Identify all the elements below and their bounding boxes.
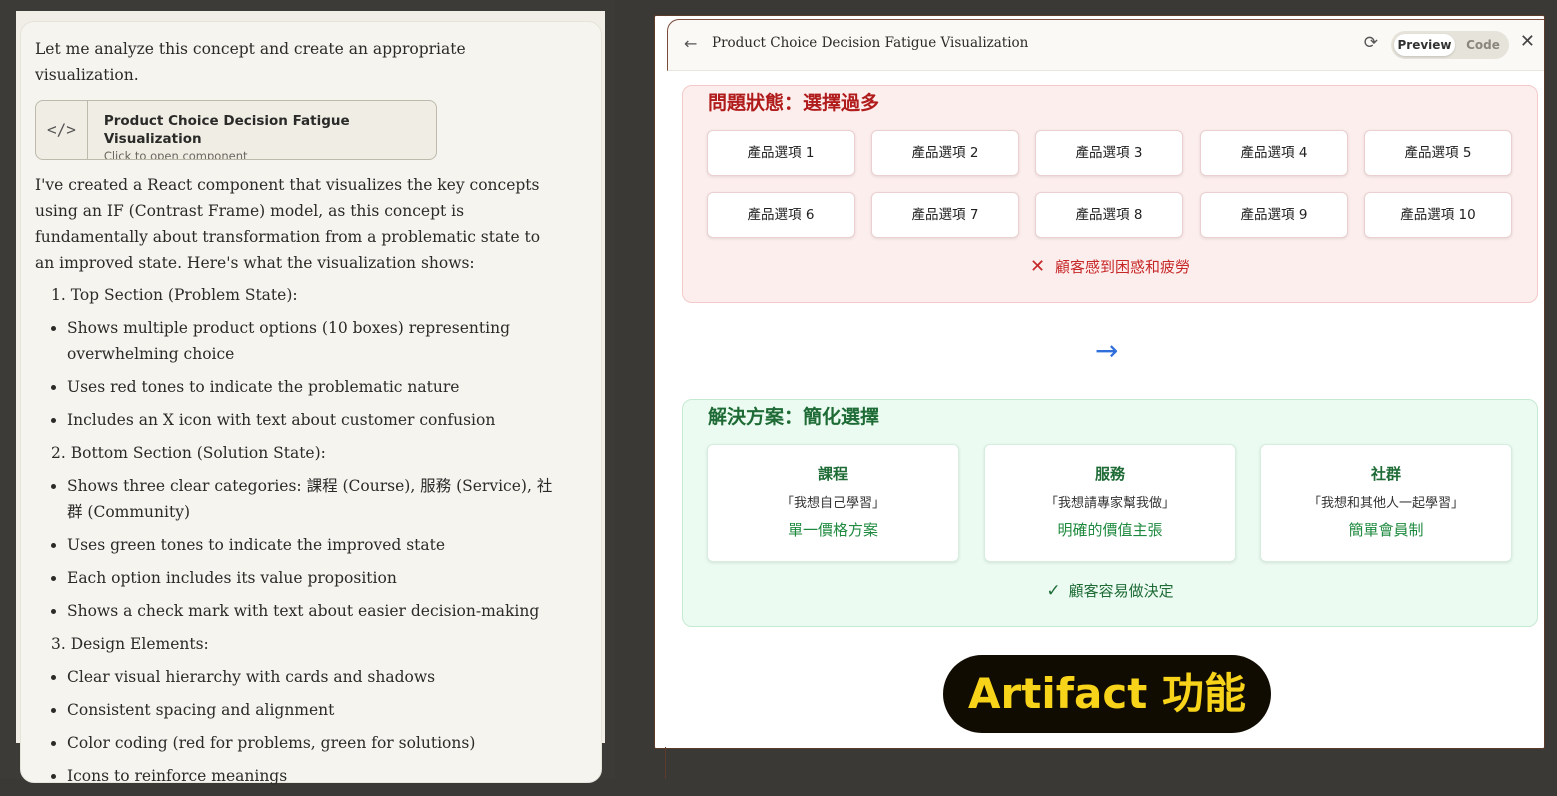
- artifact-card-title: Product Choice Decision Fatigue Visualiz…: [103, 113, 350, 147]
- solution-message: ✓ 顧客容易做決定: [683, 580, 1537, 601]
- category-quote: 「我想自己學習」: [780, 496, 885, 511]
- product-option: 產品選項 4: [1200, 130, 1348, 176]
- problem-heading: 問題狀態：選擇過多: [708, 92, 880, 114]
- artifact-feature-badge: Artifact 功能: [943, 655, 1271, 733]
- product-option: 產品選項 6: [707, 192, 855, 238]
- category-card-community: 社群 「我想和其他人一起學習」 簡單會員制: [1260, 444, 1512, 562]
- product-option: 產品選項 3: [1035, 130, 1183, 176]
- tab-code[interactable]: Code: [1461, 34, 1505, 56]
- x-icon: ✕: [1029, 256, 1046, 277]
- category-name: 服務: [1094, 465, 1125, 483]
- arrow-right-icon: →: [1095, 334, 1119, 367]
- product-option: 產品選項 2: [871, 130, 1019, 176]
- solution-section: 解決方案：簡化選擇 課程 「我想自己學習」 單一價格方案 服務 「我想請專家幫我…: [682, 399, 1538, 627]
- summary-text: I've created a React component that visu…: [35, 176, 541, 272]
- product-option: 產品選項 7: [871, 192, 1019, 238]
- problem-message-text: 顧客感到困惑和疲勞: [1055, 258, 1191, 276]
- category-value: 簡單會員制: [1348, 521, 1424, 539]
- solution-heading: 解決方案：簡化選擇: [708, 406, 880, 428]
- artifact-title: Product Choice Decision Fatigue Visualiz…: [712, 35, 1029, 51]
- list-item: Icons to reinforce meanings: [67, 763, 555, 789]
- list-item: Clear visual hierarchy with cards and sh…: [67, 664, 555, 690]
- product-option: 產品選項 10: [1364, 192, 1512, 238]
- section-heading: 2. Bottom Section (Solution State):: [51, 444, 326, 462]
- category-value: 單一價格方案: [787, 521, 878, 539]
- category-name: 社群: [1370, 465, 1401, 483]
- product-option: 產品選項 9: [1200, 192, 1348, 238]
- list-item: Consistent spacing and alignment: [67, 697, 555, 723]
- category-value: 明確的價值主張: [1057, 521, 1163, 539]
- code-icon: </>: [36, 101, 88, 159]
- list-item: Color coding (red for problems, green fo…: [67, 730, 555, 756]
- tab-preview[interactable]: Preview: [1394, 34, 1455, 56]
- list-item: Uses green tones to indicate the improve…: [67, 532, 555, 558]
- problem-section: 問題狀態：選擇過多 產品選項 1 產品選項 2 產品選項 3 產品選項 4 產品…: [682, 85, 1538, 303]
- list-item: Uses red tones to indicate the problemat…: [67, 374, 555, 400]
- artifact-header: ← Product Choice Decision Fatigue Visual…: [667, 19, 1544, 71]
- list-item: Shows multiple product options (10 boxes…: [67, 315, 555, 367]
- artifact-card-subtitle: Click to open component: [103, 149, 248, 160]
- refresh-icon[interactable]: ⟳: [1364, 33, 1378, 53]
- artifact-window: ← Product Choice Decision Fatigue Visual…: [654, 15, 1545, 749]
- category-card-course: 課程 「我想自己學習」 單一價格方案: [707, 444, 959, 562]
- section-1: 1. Top Section (Problem State): Shows mu…: [35, 282, 555, 433]
- category-card-service: 服務 「我想請專家幫我做」 明確的價值主張: [984, 444, 1236, 562]
- list-item: Shows three clear categories: 課程 (Course…: [67, 473, 555, 525]
- list-item: Each option includes its value propositi…: [67, 565, 555, 591]
- category-name: 課程: [817, 465, 848, 483]
- category-quote: 「我想請專家幫我做」: [1044, 496, 1175, 511]
- back-arrow-icon[interactable]: ←: [684, 34, 697, 53]
- product-option: 產品選項 5: [1364, 130, 1512, 176]
- section-heading: 1. Top Section (Problem State):: [51, 286, 298, 304]
- product-option: 產品選項 8: [1035, 192, 1183, 238]
- list-item: Shows a check mark with text about easie…: [67, 598, 555, 624]
- product-option: 產品選項 1: [707, 130, 855, 176]
- window-edge: [665, 747, 666, 779]
- solution-message-text: 顧客容易做決定: [1068, 582, 1174, 600]
- problem-message: ✕ 顧客感到困惑和疲勞: [683, 256, 1537, 277]
- section-heading: 3. Design Elements:: [51, 635, 209, 653]
- intro-text: Let me analyze this concept and create a…: [35, 40, 466, 84]
- section-3: 3. Design Elements: Clear visual hierarc…: [35, 631, 555, 789]
- close-icon[interactable]: ✕: [1520, 31, 1535, 52]
- assistant-message: Let me analyze this concept and create a…: [35, 36, 555, 796]
- view-toggle: Preview Code: [1391, 31, 1509, 59]
- check-icon: ✓: [1046, 581, 1061, 601]
- artifact-card[interactable]: </> Product Choice Decision Fatigue Visu…: [35, 100, 437, 160]
- section-2: 2. Bottom Section (Solution State): Show…: [35, 440, 555, 624]
- category-quote: 「我想和其他人一起學習」: [1307, 496, 1464, 511]
- chat-panel: Let me analyze this concept and create a…: [16, 11, 605, 785]
- list-item: Includes an X icon with text about custo…: [67, 407, 555, 433]
